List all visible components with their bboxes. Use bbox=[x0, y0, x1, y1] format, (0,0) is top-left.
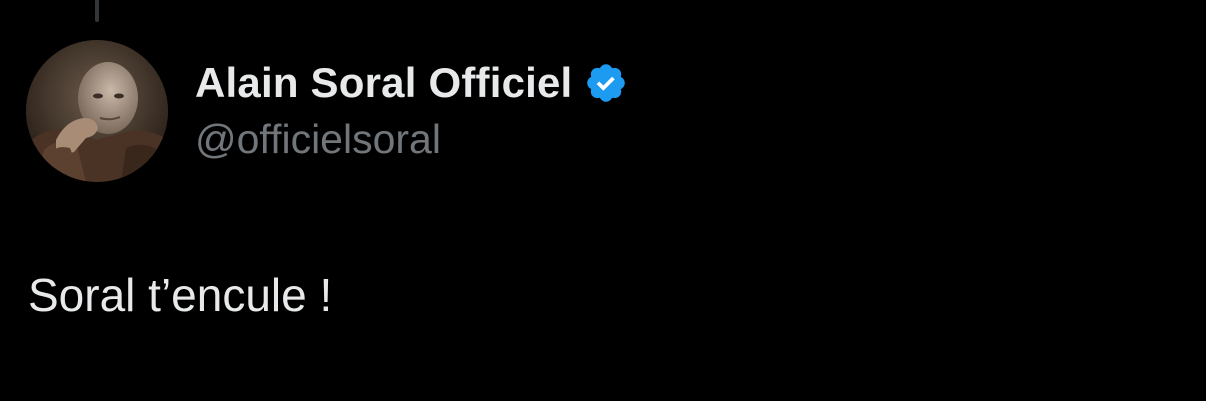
author-handle[interactable]: @officielsoral bbox=[195, 116, 628, 163]
tweet-author: Alain Soral Officiel @officielsoral bbox=[195, 52, 628, 163]
author-display-name[interactable]: Alain Soral Officiel bbox=[195, 59, 572, 107]
thread-connector-line bbox=[95, 0, 99, 22]
verified-badge-icon[interactable] bbox=[584, 61, 628, 105]
author-name-row: Alain Soral Officiel bbox=[195, 52, 628, 114]
tweet-text: Soral t’encule ! bbox=[28, 269, 333, 321]
avatar[interactable] bbox=[26, 40, 168, 182]
profile-photo-image bbox=[26, 40, 168, 182]
